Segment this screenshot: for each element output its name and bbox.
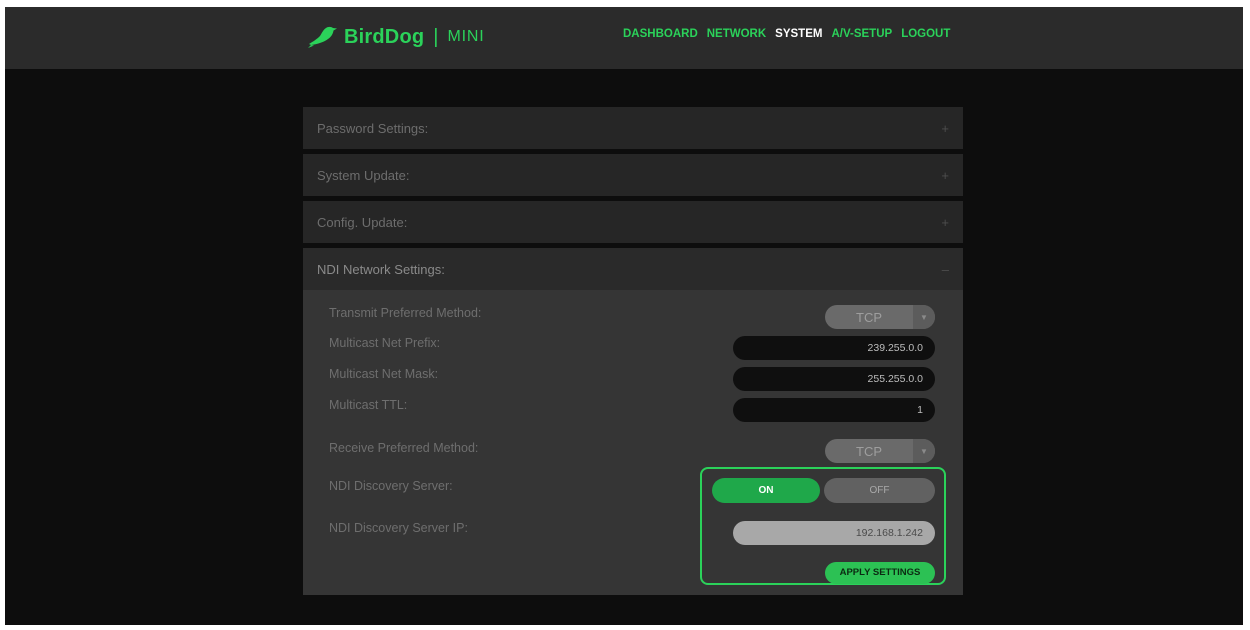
expand-icon[interactable]: + xyxy=(941,121,949,136)
app-frame: BirdDog | MINI DASHBOARD NETWORK SYSTEM … xyxy=(5,7,1243,625)
system-update-header[interactable]: System Update: + xyxy=(303,154,963,196)
section-title: NDI Network Settings: xyxy=(317,261,445,277)
receive-method-select[interactable]: TCP ▼ xyxy=(825,439,935,463)
bird-logo-icon xyxy=(308,26,337,48)
multicast-mask-input[interactable]: 255.255.0.0 xyxy=(733,367,935,391)
brand-separator: | xyxy=(433,25,439,48)
multicast-mask-label: Multicast Net Mask: xyxy=(329,367,439,381)
model-name: MINI xyxy=(447,28,485,45)
expand-icon[interactable]: + xyxy=(941,168,949,183)
section-title: System Update: xyxy=(317,167,410,183)
system-update-section[interactable]: System Update: + xyxy=(303,154,963,196)
ndi-settings-body: Transmit Preferred Method: TCP ▼ Multica… xyxy=(303,290,963,595)
multicast-ttl-label: Multicast TTL: xyxy=(329,398,408,412)
password-settings-header[interactable]: Password Settings: + xyxy=(303,107,963,149)
section-title: Password Settings: xyxy=(317,120,429,136)
multicast-prefix-label: Multicast Net Prefix: xyxy=(329,336,441,350)
main-nav: DASHBOARD NETWORK SYSTEM A/V-SETUP LOGOU… xyxy=(623,28,950,40)
nav-av-setup[interactable]: A/V-SETUP xyxy=(831,28,892,40)
password-settings-section[interactable]: Password Settings: + xyxy=(303,107,963,149)
logo[interactable]: BirdDog | MINI xyxy=(308,19,484,55)
receive-method-value: TCP xyxy=(856,443,882,459)
nav-system[interactable]: SYSTEM xyxy=(775,28,822,40)
collapse-icon[interactable]: – xyxy=(942,262,949,277)
ndi-network-settings-header[interactable]: NDI Network Settings: – xyxy=(303,248,963,290)
nav-logout[interactable]: LOGOUT xyxy=(901,28,950,40)
receive-method-label: Receive Preferred Method: xyxy=(329,441,479,455)
brand-name: BirdDog xyxy=(344,25,425,48)
apply-settings-button[interactable]: APPLY SETTINGS xyxy=(825,562,935,584)
config-update-header[interactable]: Config. Update: + xyxy=(303,201,963,243)
section-title: Config. Update: xyxy=(317,214,408,230)
transmit-method-label: Transmit Preferred Method: xyxy=(329,306,482,320)
config-update-section[interactable]: Config. Update: + xyxy=(303,201,963,243)
discovery-server-label: NDI Discovery Server: xyxy=(329,479,453,493)
multicast-ttl-input[interactable]: 1 xyxy=(733,398,935,422)
discovery-server-on-button[interactable]: ON xyxy=(712,478,820,503)
nav-dashboard[interactable]: DASHBOARD xyxy=(623,28,698,40)
top-bar: BirdDog | MINI DASHBOARD NETWORK SYSTEM … xyxy=(5,7,1243,69)
ndi-network-settings-section[interactable]: NDI Network Settings: – xyxy=(303,248,963,290)
expand-icon[interactable]: + xyxy=(941,215,949,230)
transmit-method-select[interactable]: TCP ▼ xyxy=(825,305,935,329)
discovery-server-ip-label: NDI Discovery Server IP: xyxy=(329,521,468,535)
discovery-server-off-button[interactable]: OFF xyxy=(824,478,935,503)
nav-network[interactable]: NETWORK xyxy=(707,28,766,40)
chevron-down-icon: ▼ xyxy=(913,305,935,329)
multicast-prefix-input[interactable]: 239.255.0.0 xyxy=(733,336,935,360)
transmit-method-value: TCP xyxy=(856,309,882,325)
discovery-server-ip-input[interactable]: 192.168.1.242 xyxy=(733,521,935,545)
chevron-down-icon: ▼ xyxy=(913,439,935,463)
